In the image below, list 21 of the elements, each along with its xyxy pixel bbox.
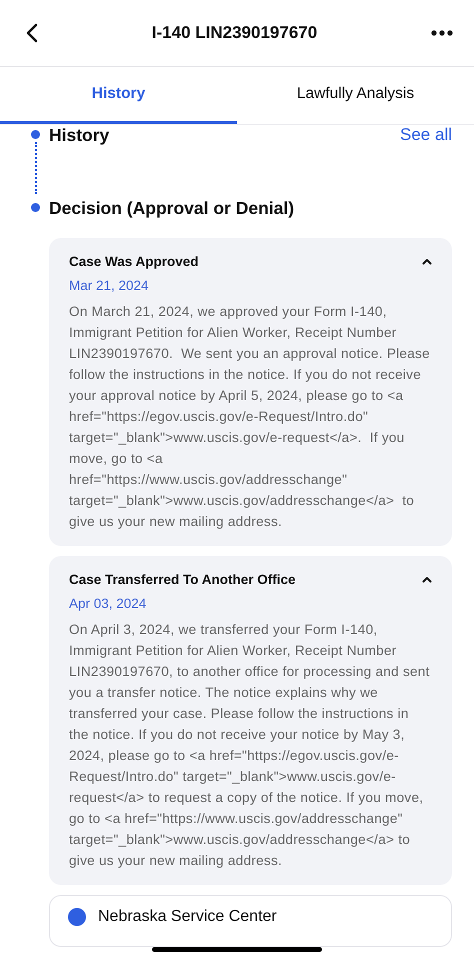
- location-dot-icon: [68, 908, 86, 926]
- see-all-link[interactable]: See all: [400, 125, 452, 145]
- office-name: Nebraska Service Center: [98, 908, 277, 926]
- chevron-up-icon[interactable]: [422, 576, 432, 583]
- timeline-dot: [31, 203, 40, 212]
- event-title: Case Was Approved: [69, 254, 199, 269]
- event-date: Apr 03, 2024: [69, 596, 146, 611]
- timeline-connector: [34, 142, 36, 194]
- page-title: I-140 LIN2390197670: [152, 23, 318, 43]
- step-title: History: [49, 125, 110, 145]
- event-date: Mar 21, 2024: [69, 278, 149, 293]
- timeline-dot: [31, 130, 40, 139]
- event-description: On March 21, 2024, we approved your Form I-140, Immigrant Petition for Alien Worker, Receipt Number LIN2390197670. We sent you an approval notice. Please follow the instructions in the notice. If you do not receive your approval notice by April 5, 2024, please go to <a href="https://egov.uscis.gov/e-Request/Intro.do" target="_blank">www.uscis.gov/e-request</a>. If you move, go to <a href="https://www.uscis.gov/addresschange" target="_blank">www.uscis.gov/addresschange</a> to give us your new mailing address.: [69, 303, 431, 531]
- tab[interactable]: History: [0, 67, 237, 124]
- tab[interactable]: Lawfully Analysis: [237, 67, 474, 124]
- chevron-up-icon[interactable]: [422, 258, 432, 265]
- event-title: Case Transferred To Another Office: [69, 572, 296, 587]
- event-description: On April 3, 2024, we transferred your Form I-140, Immigrant Petition for Alien Worker, Receipt Number LIN2390197670, to another office for processing and sent you a transfer notice. The notice explains why we transferred your case. Please follow the instructions in the notice. If you do not receive your notice by May 3, 2024, please go to <a href="https://egov.uscis.gov/e-Request/Intro.do" target="_blank">www.uscis.gov/e-request</a> to request a copy of the notice. If you move, go to <a href="https://www.uscis.gov/addresschange" target="_blank">www.uscis.gov/addresschange</a> to give us your new mailing address.: [69, 621, 431, 870]
- step-title: Decision (Approval or Denial): [49, 198, 296, 218]
- back-icon[interactable]: [26, 23, 38, 43]
- more-icon[interactable]: [431, 30, 453, 36]
